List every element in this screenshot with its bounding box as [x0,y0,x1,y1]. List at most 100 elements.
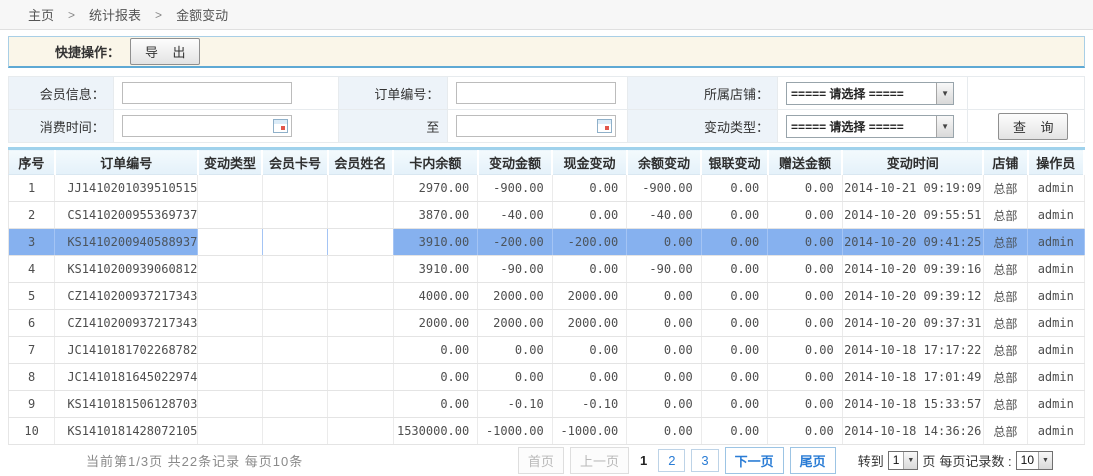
cell: 3910.00 [393,229,478,256]
breadcrumb-separator: > [68,8,75,22]
cell: admin [1028,175,1085,202]
table-row[interactable]: 6CZ14102009372173432000.002000.002000.00… [9,310,1085,337]
cell: -1000.00 [478,418,553,445]
change-type-select-value: ===== 请选择 ===== [787,118,936,135]
cell: admin [1028,418,1085,445]
change-type-select[interactable]: ===== 请选择 ===== ▼ [786,115,954,138]
cell: 0.00 [627,418,702,445]
cell: 2970.00 [393,175,478,202]
cell: -40.00 [478,202,553,229]
cell [328,283,393,310]
cell: -90.00 [627,256,702,283]
table-row[interactable]: 7JC14101817022687820.000.000.000.000.000… [9,337,1085,364]
column-header: 现金变动 [552,149,627,175]
page-number[interactable]: 2 [658,449,685,472]
store-select[interactable]: ===== 请选择 ===== ▼ [786,82,954,105]
query-button[interactable]: 查 询 [998,113,1068,140]
cell: 0.00 [768,310,843,337]
page-number[interactable]: 3 [691,449,718,472]
cell [198,229,262,256]
cell: 0.00 [701,175,767,202]
chevron-down-icon: ▼ [903,452,917,469]
cell: 0.00 [552,256,627,283]
cell: 2014-10-18 17:17:22 [842,337,983,364]
column-header: 银联变动 [701,149,767,175]
cell: -90.00 [478,256,553,283]
cell [198,175,262,202]
cell: CZ1410200937217343 [55,310,198,337]
cell: 9 [9,391,55,418]
cell: 0.00 [552,364,627,391]
cell: 0.00 [768,337,843,364]
cell: 0.00 [627,337,702,364]
order-no-input[interactable] [456,82,616,104]
cell: 2014-10-20 09:41:25 [842,229,983,256]
table-row[interactable]: 3KS14102009405889373910.00-200.00-200.00… [9,229,1085,256]
table-row[interactable]: 10KS14101814280721051530000.00-1000.00-1… [9,418,1085,445]
calendar-icon[interactable] [273,119,288,133]
quick-actions-label: 快捷操作： [55,42,120,61]
cell: 总部 [983,283,1027,310]
next-page-button[interactable]: 下一页 [725,447,784,474]
cell: 0.00 [627,310,702,337]
cell: 2014-10-20 09:39:16 [842,256,983,283]
goto-page-select[interactable]: 1 ▼ [888,451,919,470]
cell: 4000.00 [393,283,478,310]
cell: 3 [9,229,55,256]
date-to-input[interactable] [456,115,616,137]
cell: -0.10 [552,391,627,418]
goto-page-value: 1 [889,453,904,467]
table-row[interactable]: 1JJ14102010395105152970.00-900.000.00-90… [9,175,1085,202]
cell: admin [1028,337,1085,364]
page-suffix-label: 页 [922,451,935,470]
cell [262,175,327,202]
cell: KS1410181428072105 [55,418,198,445]
cell: 0.00 [768,418,843,445]
cell: 0.00 [552,175,627,202]
cell: 总部 [983,202,1027,229]
cell [262,418,327,445]
cell: 0.00 [393,364,478,391]
cell: 2014-10-18 14:36:26 [842,418,983,445]
date-from-input[interactable] [122,115,292,137]
prev-page-button: 上一页 [570,447,629,474]
calendar-icon[interactable] [597,119,612,133]
breadcrumb-home[interactable]: 主页 [28,5,54,24]
table-row[interactable]: 8JC14101816450229740.000.000.000.000.000… [9,364,1085,391]
breadcrumb-reports[interactable]: 统计报表 [89,5,141,24]
cell: 2014-10-18 15:33:57 [842,391,983,418]
cell: 0.00 [768,391,843,418]
table-row[interactable]: 2CS14102009553697373870.00-40.000.00-40.… [9,202,1085,229]
export-button[interactable]: 导 出 [130,38,200,65]
cell: 总部 [983,310,1027,337]
table-row[interactable]: 9KS14101815061287030.00-0.10-0.100.000.0… [9,391,1085,418]
store-label: 所属店铺： [628,77,778,110]
cell: 2014-10-20 09:39:12 [842,283,983,310]
cell: 0.00 [768,364,843,391]
cell: KS1410200940588937 [55,229,198,256]
cell: CS1410200955369737 [55,202,198,229]
page-summary: 当前第1/3页 共22条记录 每页10条 [86,451,303,470]
page-number-current: 1 [635,450,652,471]
cell: KS1410200939060812 [55,256,198,283]
cell [328,175,393,202]
member-info-input[interactable] [122,82,292,104]
filter-panel: 会员信息： 订单编号： 所属店铺： ===== 请选择 ===== ▼ 消费时间… [8,76,1085,143]
column-header: 赠送金额 [768,149,843,175]
cell: 0.00 [552,202,627,229]
cell: 0.00 [701,337,767,364]
cell: -1000.00 [552,418,627,445]
table-row[interactable]: 5CZ14102009372173434000.002000.002000.00… [9,283,1085,310]
table-row[interactable]: 4KS14102009390608123910.00-90.000.00-90.… [9,256,1085,283]
cell: 2014-10-20 09:55:51 [842,202,983,229]
cell: 0.00 [701,364,767,391]
cell: 7 [9,337,55,364]
last-page-button[interactable]: 尾页 [790,447,836,474]
cell [328,337,393,364]
page-size-select[interactable]: 10 ▼ [1016,451,1053,470]
cell: 6 [9,310,55,337]
cell: 总部 [983,418,1027,445]
cell: 总部 [983,364,1027,391]
cell: -0.10 [478,391,553,418]
column-header: 余额变动 [627,149,702,175]
